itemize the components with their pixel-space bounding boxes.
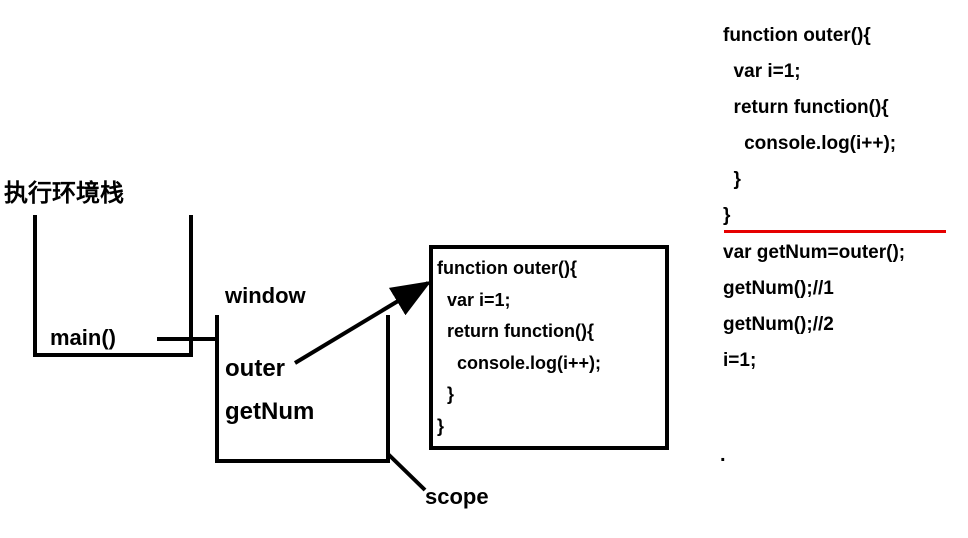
getnum-label: getNum xyxy=(225,398,314,426)
red-underline xyxy=(724,230,946,233)
scope-box xyxy=(215,315,390,463)
function-code: function outer(){ var i=1; return functi… xyxy=(437,253,601,442)
connector-main-to-scope xyxy=(157,337,217,341)
scope-label: scope xyxy=(425,484,489,510)
outer-label: outer xyxy=(225,355,285,383)
dot: . xyxy=(720,444,726,467)
title-execution-stack: 执行环境栈 xyxy=(4,173,124,208)
main-label: main() xyxy=(50,325,116,351)
right-code-block: function outer(){ var i=1; return functi… xyxy=(723,18,905,379)
window-label: window xyxy=(225,283,306,309)
